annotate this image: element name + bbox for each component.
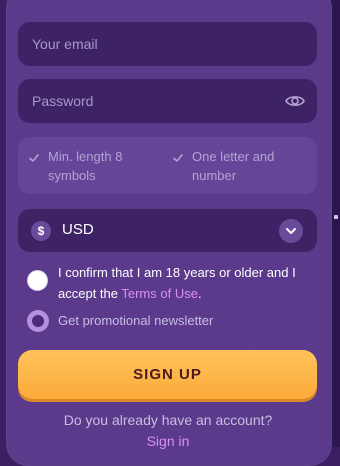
rule-text: One letter and number [192,149,275,183]
terms-of-use-link[interactable]: Terms of Use [121,286,198,301]
password-input[interactable] [32,93,262,109]
rule-text: Min. length 8 symbols [48,149,123,183]
age-confirm-radio[interactable] [27,270,48,291]
currency-select[interactable]: $ USD [18,209,317,252]
dollar-icon: $ [31,221,51,241]
password-field[interactable] [18,79,317,123]
rule-letter-number: One letter and number [172,147,312,185]
radio-dot [32,315,44,327]
rule-min-length: Min. length 8 symbols [28,147,158,185]
email-input[interactable] [32,36,262,52]
eye-icon[interactable] [285,92,305,110]
email-field[interactable] [18,22,317,66]
check-icon [29,154,39,162]
sign-up-button[interactable]: SIGN UP [18,350,317,399]
newsletter-radio[interactable] [27,310,49,332]
password-rules: Min. length 8 symbols One letter and num… [18,137,317,194]
age-confirm-suffix: . [197,286,202,301]
check-icon [173,154,183,162]
scroll-marker [334,215,338,219]
newsletter-label: Get promotional newsletter [58,313,214,328]
have-account-text: Do you already have an account? [63,412,273,428]
chevron-down-icon[interactable] [279,219,303,243]
age-confirm-label: I confirm that I am 18 years or older an… [58,262,320,304]
currency-value: USD [62,221,94,238]
